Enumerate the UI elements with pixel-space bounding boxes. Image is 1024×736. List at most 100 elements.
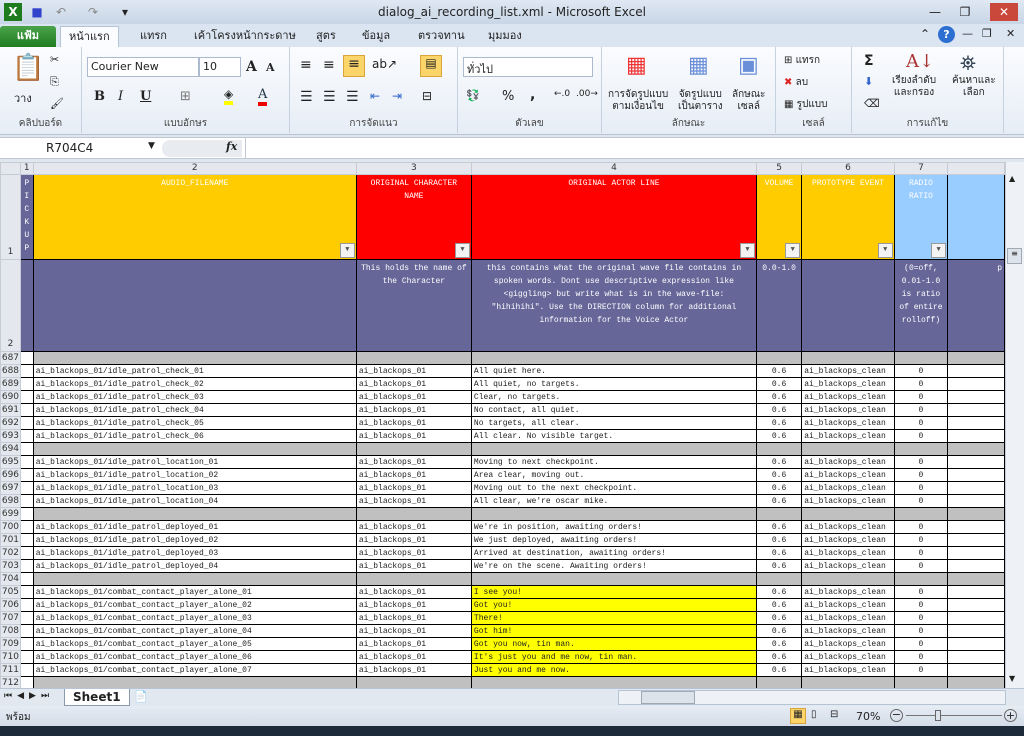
radio-ratio-cell[interactable]: 0 <box>893 494 949 508</box>
column-header[interactable]: 3 <box>355 162 472 175</box>
audio-filename-cell[interactable]: ai_blackops_01/combat_contact_player_alo… <box>32 598 357 612</box>
orientation-icon[interactable]: ab↗ <box>372 57 397 71</box>
name-box[interactable]: R704C4 <box>2 140 158 157</box>
actor-line-cell[interactable]: Got you now, tin man. <box>470 637 757 651</box>
prototype-event-cell[interactable]: ai_blackops_clean <box>801 546 895 560</box>
audio-filename-cell[interactable]: ai_blackops_01/idle_patrol_check_06 <box>32 429 357 443</box>
cell[interactable] <box>355 351 472 365</box>
pickup-cell[interactable] <box>19 598 34 612</box>
tab-home[interactable]: หน้าแรก <box>60 26 119 48</box>
row-header[interactable]: 694 <box>0 442 21 456</box>
audio-filename-header[interactable]: AUDIO_FILENAME ▼ <box>32 174 357 260</box>
prototype-event-cell[interactable]: ai_blackops_clean <box>801 390 895 404</box>
audio-filename-cell[interactable]: ai_blackops_01/idle_patrol_check_02 <box>32 377 357 391</box>
radio-ratio-cell[interactable]: 0 <box>893 520 949 534</box>
prototype-event-cell[interactable]: ai_blackops_clean <box>801 429 895 443</box>
align-middle-icon[interactable]: ≡ <box>323 57 335 73</box>
filter-dropdown-icon[interactable]: ▼ <box>785 243 801 258</box>
audio-filename-cell[interactable]: ai_blackops_01/idle_patrol_location_01 <box>32 455 357 469</box>
column-header[interactable]: 7 <box>893 162 949 175</box>
character-name-cell[interactable]: ai_blackops_01 <box>355 533 472 547</box>
row-header[interactable]: 696 <box>0 468 21 482</box>
select-all-button[interactable] <box>0 162 21 175</box>
prototype-event-header[interactable]: PROTOTYPE EVENT ▼ <box>801 174 895 260</box>
audio-filename-cell[interactable]: ai_blackops_01/idle_patrol_deployed_02 <box>32 533 357 547</box>
character-description-cell[interactable]: This holds the name of the Character <box>355 259 472 352</box>
cell[interactable] <box>19 259 34 352</box>
prototype-event-cell[interactable]: ai_blackops_clean <box>801 559 895 573</box>
align-right-icon[interactable]: ☰ <box>346 89 359 105</box>
prototype-event-cell[interactable]: ai_blackops_clean <box>801 403 895 417</box>
character-name-cell[interactable]: ai_blackops_01 <box>355 390 472 404</box>
cell[interactable] <box>32 572 357 586</box>
character-name-cell[interactable]: ai_blackops_01 <box>355 637 472 651</box>
pickup-cell[interactable] <box>19 559 34 573</box>
pickup-cell[interactable] <box>19 364 34 378</box>
character-name-cell[interactable]: ai_blackops_01 <box>355 598 472 612</box>
page-break-view-icon[interactable]: ⊟ <box>830 709 838 720</box>
tab-formulas[interactable]: สูตร <box>308 26 344 48</box>
volume-header[interactable]: VOLUME ▼ <box>755 174 803 260</box>
underline-button[interactable]: U <box>140 89 151 104</box>
cell[interactable] <box>801 507 895 521</box>
row-header[interactable]: 710 <box>0 650 21 664</box>
autosum-button[interactable]: Σ <box>864 53 874 69</box>
worksheet-grid[interactable]: 1 2 3 4 5 6 7 1 P I C K U P AUDIO_FILENA… <box>0 162 1005 688</box>
bold-button[interactable]: B <box>94 89 105 104</box>
actor-line-cell[interactable]: Clear, no targets. <box>470 390 757 404</box>
cell[interactable] <box>947 377 1005 391</box>
tab-view[interactable]: มุมมอง <box>480 26 530 48</box>
grow-font-icon[interactable]: A <box>246 59 257 75</box>
prototype-event-cell[interactable]: ai_blackops_clean <box>801 611 895 625</box>
actor-line-cell[interactable]: Just you and me now. <box>470 663 757 677</box>
horizontal-scroll-thumb[interactable] <box>641 691 695 704</box>
prototype-event-cell[interactable]: ai_blackops_clean <box>801 377 895 391</box>
normal-view-icon[interactable]: ▦ <box>790 708 806 724</box>
number-format-select[interactable]: ทั่วไป <box>463 57 593 77</box>
font-name-select[interactable]: Courier New <box>87 57 199 77</box>
prototype-event-cell[interactable]: ai_blackops_clean <box>801 520 895 534</box>
pickup-cell[interactable] <box>19 676 34 688</box>
tab-review[interactable]: ตรวจทาน <box>410 26 473 48</box>
radio-ratio-cell[interactable]: 0 <box>893 429 949 443</box>
audio-filename-cell[interactable]: ai_blackops_01/idle_patrol_deployed_01 <box>32 520 357 534</box>
actor-line-cell[interactable]: Got you! <box>470 598 757 612</box>
row-header[interactable]: 700 <box>0 520 21 534</box>
row-header[interactable]: 708 <box>0 624 21 638</box>
paste-icon[interactable]: 📋 <box>12 53 44 83</box>
radio-ratio-cell[interactable]: 0 <box>893 364 949 378</box>
audio-filename-cell[interactable]: ai_blackops_01/idle_patrol_location_04 <box>32 494 357 508</box>
row-header[interactable]: 702 <box>0 546 21 560</box>
volume-cell[interactable]: 0.6 <box>755 663 803 677</box>
cell[interactable] <box>32 676 357 688</box>
audio-filename-cell[interactable]: ai_blackops_01/idle_patrol_deployed_03 <box>32 546 357 560</box>
radio-ratio-cell[interactable]: 0 <box>893 637 949 651</box>
row-header[interactable]: 703 <box>0 559 21 573</box>
row-header[interactable]: 699 <box>0 507 21 521</box>
cell[interactable] <box>893 676 949 688</box>
cell[interactable] <box>470 442 757 456</box>
cell[interactable] <box>947 624 1005 638</box>
audio-filename-cell[interactable]: ai_blackops_01/idle_patrol_location_02 <box>32 468 357 482</box>
radio-ratio-cell[interactable]: 0 <box>893 598 949 612</box>
character-name-cell[interactable]: ai_blackops_01 <box>355 663 472 677</box>
prototype-event-cell[interactable]: ai_blackops_clean <box>801 416 895 430</box>
volume-cell[interactable]: 0.6 <box>755 364 803 378</box>
filter-dropdown-icon[interactable]: ▼ <box>339 243 355 258</box>
pickup-cell[interactable] <box>19 481 34 495</box>
find-select-button[interactable]: ค้นหาและ เลือก <box>952 75 996 99</box>
scroll-down-icon[interactable]: ▼ <box>1009 674 1015 683</box>
increase-decimal-icon[interactable]: ←.0 <box>554 89 570 99</box>
close-button[interactable]: ✕ <box>990 3 1018 21</box>
row-header[interactable]: 693 <box>0 429 21 443</box>
align-top-icon[interactable]: ≡ <box>300 57 312 73</box>
cell[interactable] <box>947 494 1005 508</box>
cell[interactable] <box>947 455 1005 469</box>
audio-filename-cell[interactable]: ai_blackops_01/combat_contact_player_alo… <box>32 611 357 625</box>
row-header[interactable]: 687 <box>0 351 21 365</box>
character-name-cell[interactable]: ai_blackops_01 <box>355 559 472 573</box>
cell[interactable] <box>755 676 803 688</box>
cell[interactable] <box>947 403 1005 417</box>
audio-filename-cell[interactable]: ai_blackops_01/combat_contact_player_alo… <box>32 624 357 638</box>
cell[interactable] <box>947 598 1005 612</box>
